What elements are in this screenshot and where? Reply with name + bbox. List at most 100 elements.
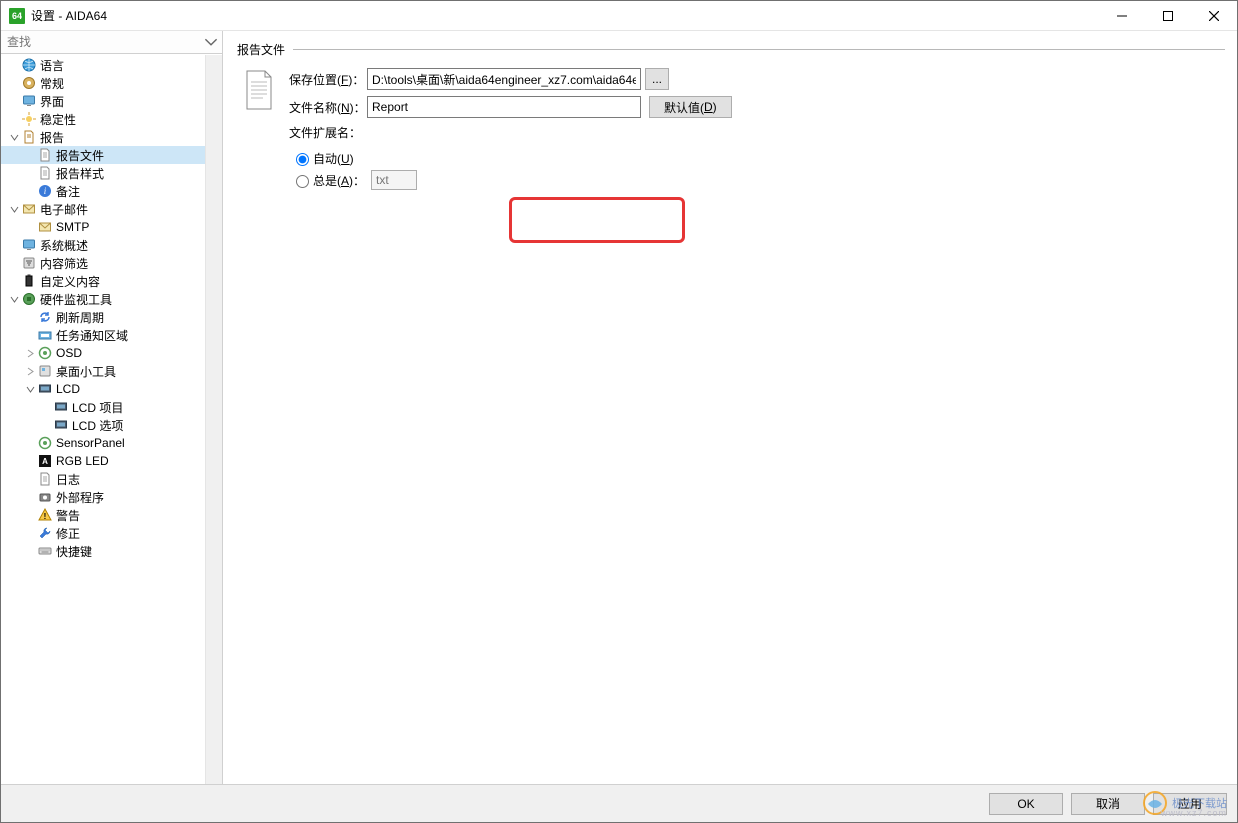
tree-item-hwmon[interactable]: 硬件监视工具 bbox=[1, 290, 222, 308]
save-location-input[interactable] bbox=[367, 68, 641, 90]
search-input[interactable] bbox=[5, 34, 200, 50]
tree-item-general[interactable]: 常规 bbox=[1, 74, 222, 92]
tree-item-label: 报告样式 bbox=[56, 165, 104, 182]
cancel-button[interactable]: 取消 bbox=[1071, 793, 1145, 815]
tree-item-fix[interactable]: 修正 bbox=[1, 524, 222, 542]
expander-icon bbox=[23, 220, 37, 234]
tree-item-label: 警告 bbox=[56, 507, 80, 524]
monitor-icon bbox=[21, 237, 37, 253]
tree-item-label: 内容筛选 bbox=[40, 255, 88, 272]
tree-item-filter[interactable]: 内容筛选 bbox=[1, 254, 222, 272]
tree-item-language[interactable]: 语言 bbox=[1, 56, 222, 74]
tree-item-label: 报告 bbox=[40, 129, 64, 146]
search-dropdown-icon[interactable] bbox=[204, 35, 218, 49]
tree-scrollbar[interactable] bbox=[205, 55, 222, 784]
expander-icon[interactable] bbox=[7, 202, 21, 216]
apply-button[interactable]: 应用 bbox=[1153, 793, 1227, 815]
expander-icon bbox=[23, 184, 37, 198]
tree-item-alert[interactable]: ! 警告 bbox=[1, 506, 222, 524]
save-location-label: 保存位置(F)： bbox=[289, 71, 367, 88]
expander-icon bbox=[7, 76, 21, 90]
tree-item-sysoverview[interactable]: 系统概述 bbox=[1, 236, 222, 254]
expander-icon[interactable] bbox=[7, 292, 21, 306]
tree-item-lcd[interactable]: LCD bbox=[1, 380, 222, 398]
target-icon bbox=[37, 345, 53, 361]
tree-item-tray[interactable]: 任务通知区域 bbox=[1, 326, 222, 344]
content-panel: 报告文件 保存位置(F) bbox=[223, 31, 1237, 784]
extension-always-radio[interactable] bbox=[296, 175, 309, 188]
tree-item-ui[interactable]: 界面 bbox=[1, 92, 222, 110]
svg-text:A: A bbox=[42, 457, 48, 466]
default-button[interactable]: 默认值(D) bbox=[649, 96, 732, 118]
lcd-icon bbox=[53, 417, 69, 433]
tree-item-custom[interactable]: 自定义内容 bbox=[1, 272, 222, 290]
tree-item-gadget[interactable]: 桌面小工具 bbox=[1, 362, 222, 380]
report-page-icon bbox=[243, 70, 275, 110]
tree-item-report[interactable]: 报告 bbox=[1, 128, 222, 146]
filename-input[interactable] bbox=[367, 96, 641, 118]
expander-icon bbox=[39, 400, 53, 414]
tree-item-email[interactable]: 电子邮件 bbox=[1, 200, 222, 218]
tree-item-label: 语言 bbox=[40, 57, 64, 74]
expander-icon bbox=[39, 418, 53, 432]
mail-icon bbox=[21, 201, 37, 217]
tree-item-lcd-options[interactable]: LCD 选项 bbox=[1, 416, 222, 434]
refresh-icon bbox=[37, 309, 53, 325]
tree-item-report-style[interactable]: 报告样式 bbox=[1, 164, 222, 182]
svg-text:!: ! bbox=[44, 512, 47, 521]
maximize-button[interactable] bbox=[1145, 1, 1191, 31]
window-title: 设置 - AIDA64 bbox=[31, 7, 107, 24]
lcd-icon bbox=[53, 399, 69, 415]
tree-item-label: OSD bbox=[56, 346, 82, 360]
warning-icon: ! bbox=[37, 507, 53, 523]
expander-icon bbox=[23, 328, 37, 342]
tree-item-label: 常规 bbox=[40, 75, 64, 92]
extension-auto-radio[interactable] bbox=[296, 153, 309, 166]
expander-icon[interactable] bbox=[23, 382, 37, 396]
tree-item-hotkey[interactable]: 快捷键 bbox=[1, 542, 222, 560]
tree-item-label: LCD 项目 bbox=[72, 399, 123, 416]
tree-item-refresh[interactable]: 刷新周期 bbox=[1, 308, 222, 326]
tree-item-stability[interactable]: 稳定性 bbox=[1, 110, 222, 128]
expander-icon bbox=[23, 310, 37, 324]
tree-item-remark[interactable]: i备注 bbox=[1, 182, 222, 200]
expander-icon[interactable] bbox=[23, 364, 37, 378]
tree-item-log[interactable]: 日志 bbox=[1, 470, 222, 488]
expander-icon[interactable] bbox=[7, 130, 21, 144]
tree-item-label: 电子邮件 bbox=[40, 201, 88, 218]
sidebar: 语言常规界面稳定性报告报告文件报告样式i备注电子邮件SMTP系统概述内容筛选自定… bbox=[1, 31, 223, 784]
extension-input bbox=[371, 170, 417, 190]
tree-item-label: 系统概述 bbox=[40, 237, 88, 254]
ok-button[interactable]: OK bbox=[989, 793, 1063, 815]
app-icon: 64 bbox=[9, 8, 25, 24]
nav-tree[interactable]: 语言常规界面稳定性报告报告文件报告样式i备注电子邮件SMTP系统概述内容筛选自定… bbox=[1, 54, 222, 784]
tree-item-label: LCD 选项 bbox=[72, 417, 123, 434]
minimize-button[interactable] bbox=[1099, 1, 1145, 31]
tree-item-smtp[interactable]: SMTP bbox=[1, 218, 222, 236]
extension-label: 文件扩展名： bbox=[289, 124, 361, 141]
expander-icon bbox=[23, 436, 37, 450]
doc-icon bbox=[37, 471, 53, 487]
tree-item-label: 稳定性 bbox=[40, 111, 76, 128]
expander-icon bbox=[23, 148, 37, 162]
info-icon: i bbox=[37, 183, 53, 199]
expander-icon bbox=[23, 472, 37, 486]
tree-item-external[interactable]: 外部程序 bbox=[1, 488, 222, 506]
tree-item-label: 外部程序 bbox=[56, 489, 104, 506]
expander-icon bbox=[7, 238, 21, 252]
tree-item-osd[interactable]: OSD bbox=[1, 344, 222, 362]
tree-item-label: 日志 bbox=[56, 471, 80, 488]
expander-icon bbox=[7, 274, 21, 288]
tree-item-label: 界面 bbox=[40, 93, 64, 110]
tree-item-label: 桌面小工具 bbox=[56, 363, 116, 380]
browse-button[interactable]: ... bbox=[645, 68, 669, 90]
expander-icon bbox=[7, 94, 21, 108]
close-button[interactable] bbox=[1191, 1, 1237, 31]
tree-item-lcd-items[interactable]: LCD 项目 bbox=[1, 398, 222, 416]
tree-item-rgbled[interactable]: ARGB LED bbox=[1, 452, 222, 470]
tree-item-sensorpanel[interactable]: SensorPanel bbox=[1, 434, 222, 452]
tree-item-report-file[interactable]: 报告文件 bbox=[1, 146, 222, 164]
expander-icon[interactable] bbox=[23, 346, 37, 360]
expander-icon bbox=[7, 58, 21, 72]
expander-icon bbox=[23, 454, 37, 468]
